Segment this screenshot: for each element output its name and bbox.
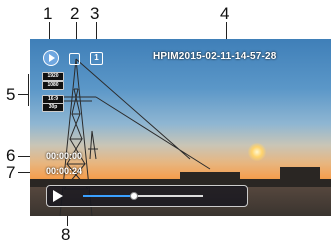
callout-5: 5 <box>6 85 16 104</box>
play-icon[interactable] <box>53 190 63 202</box>
counter-icon: 1 <box>90 52 103 65</box>
callout-1: 1 <box>43 4 53 23</box>
progress-thumb[interactable] <box>130 192 139 200</box>
callout-4: 4 <box>220 4 230 23</box>
progress-track[interactable] <box>83 192 203 200</box>
callout-8: 8 <box>61 225 71 244</box>
callout-2: 2 <box>70 4 80 23</box>
leader-bracket-5-vert <box>28 74 29 106</box>
resolution-badge-width: 1920 <box>42 72 64 81</box>
callout-7: 7 <box>6 163 16 182</box>
callout-6: 6 <box>6 146 16 165</box>
playback-screen: 1 HPIM2015-02-11-14-57-28 1920 1080 16:9… <box>30 39 331 216</box>
play-mode-icon <box>43 50 59 66</box>
protect-icon <box>69 53 80 65</box>
file-name: HPIM2015-02-11-14-57-28 <box>153 51 277 62</box>
callout-3: 3 <box>90 4 100 23</box>
total-time: 00:00:24 <box>46 166 83 176</box>
resolution-badge-height: 1080 <box>42 81 64 90</box>
frame-rate-badge: 30p <box>42 103 64 112</box>
playback-bar <box>46 185 248 207</box>
current-time: 00:00:00 <box>46 151 83 161</box>
progress-fill <box>83 195 134 197</box>
